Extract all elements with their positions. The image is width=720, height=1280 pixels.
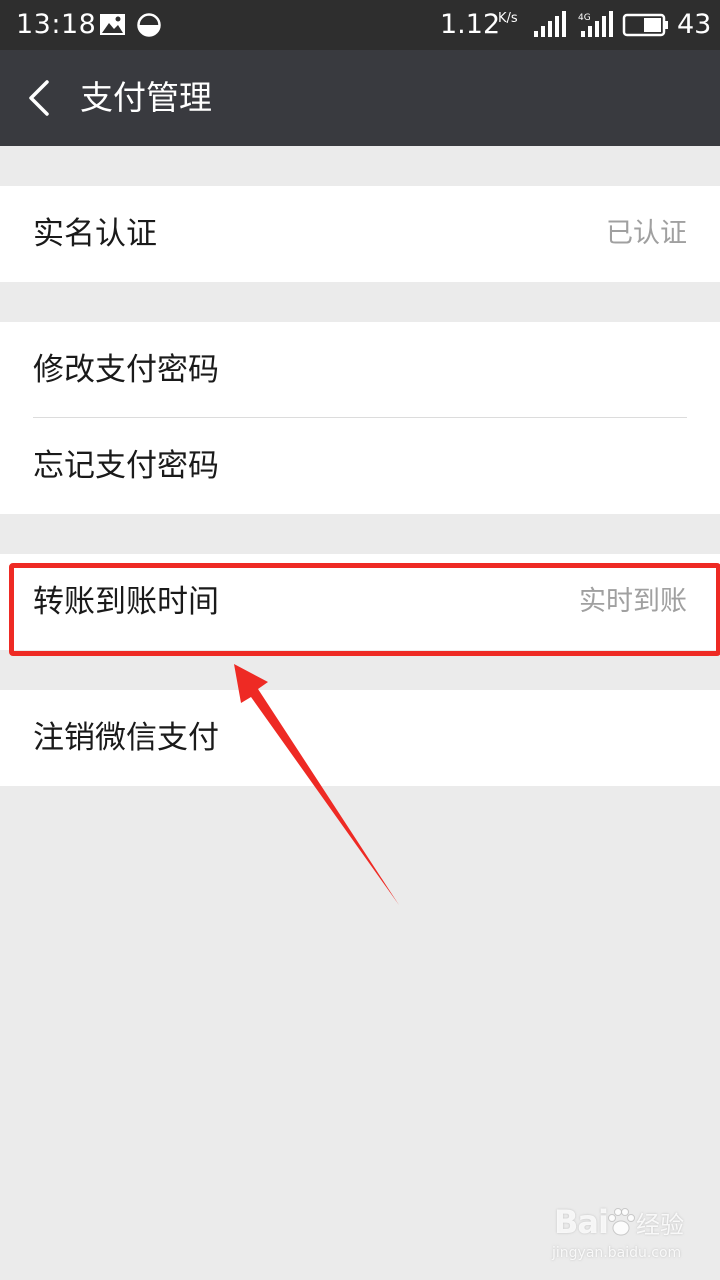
status-time: 13:18: [16, 9, 97, 40]
network-speed: 1.12: [440, 9, 501, 40]
cell-label: 修改支付密码: [33, 352, 219, 388]
network-speed-unit: K/s: [498, 11, 518, 26]
watermark-url: jingyan.baidu.com: [552, 1245, 682, 1261]
chevron-left-icon: [29, 80, 49, 116]
cell-real-name-verification[interactable]: 实名认证 已认证: [0, 186, 720, 282]
group-deactivate: 注销微信支付: [0, 690, 720, 786]
signal-strength-icon: [534, 11, 566, 37]
cell-value: 已认证: [606, 218, 687, 249]
cell-label: 忘记支付密码: [33, 448, 219, 484]
cell-forgot-payment-password[interactable]: 忘记支付密码: [0, 418, 720, 514]
image-notification-icon: [100, 14, 125, 35]
data-saver-icon: [137, 13, 161, 37]
baidu-jingyan-watermark: Bai 经验 jingyan.baidu.com: [548, 1200, 708, 1270]
group-verification: 实名认证 已认证: [0, 186, 720, 282]
group-password: 修改支付密码 忘记支付密码: [0, 322, 720, 514]
page-title: 支付管理: [80, 78, 212, 117]
status-bar: 13:18 1.12 K/s 4G 43: [0, 0, 720, 50]
watermark-brand: Bai: [554, 1203, 609, 1241]
cell-label: 转账到账时间: [33, 584, 219, 620]
battery-level: 43: [677, 9, 712, 40]
cell-label: 实名认证: [33, 216, 157, 252]
cell-deactivate-wechat-pay[interactable]: 注销微信支付: [0, 690, 720, 786]
battery-icon: [622, 13, 668, 37]
watermark-brand-suffix: 经验: [636, 1211, 684, 1239]
signal-4g-icon: 4G: [578, 11, 613, 37]
paw-icon: [608, 1208, 635, 1236]
cell-label: 注销微信支付: [33, 720, 219, 756]
title-bar: 支付管理: [0, 50, 720, 146]
group-transfer: 转账到账时间 实时到账: [0, 554, 720, 650]
back-button[interactable]: [14, 70, 70, 126]
cell-value: 实时到账: [579, 586, 687, 617]
svg-text:4G: 4G: [578, 13, 591, 23]
cell-transfer-arrival-time[interactable]: 转账到账时间 实时到账: [0, 554, 720, 650]
cell-change-payment-password[interactable]: 修改支付密码: [0, 322, 720, 418]
